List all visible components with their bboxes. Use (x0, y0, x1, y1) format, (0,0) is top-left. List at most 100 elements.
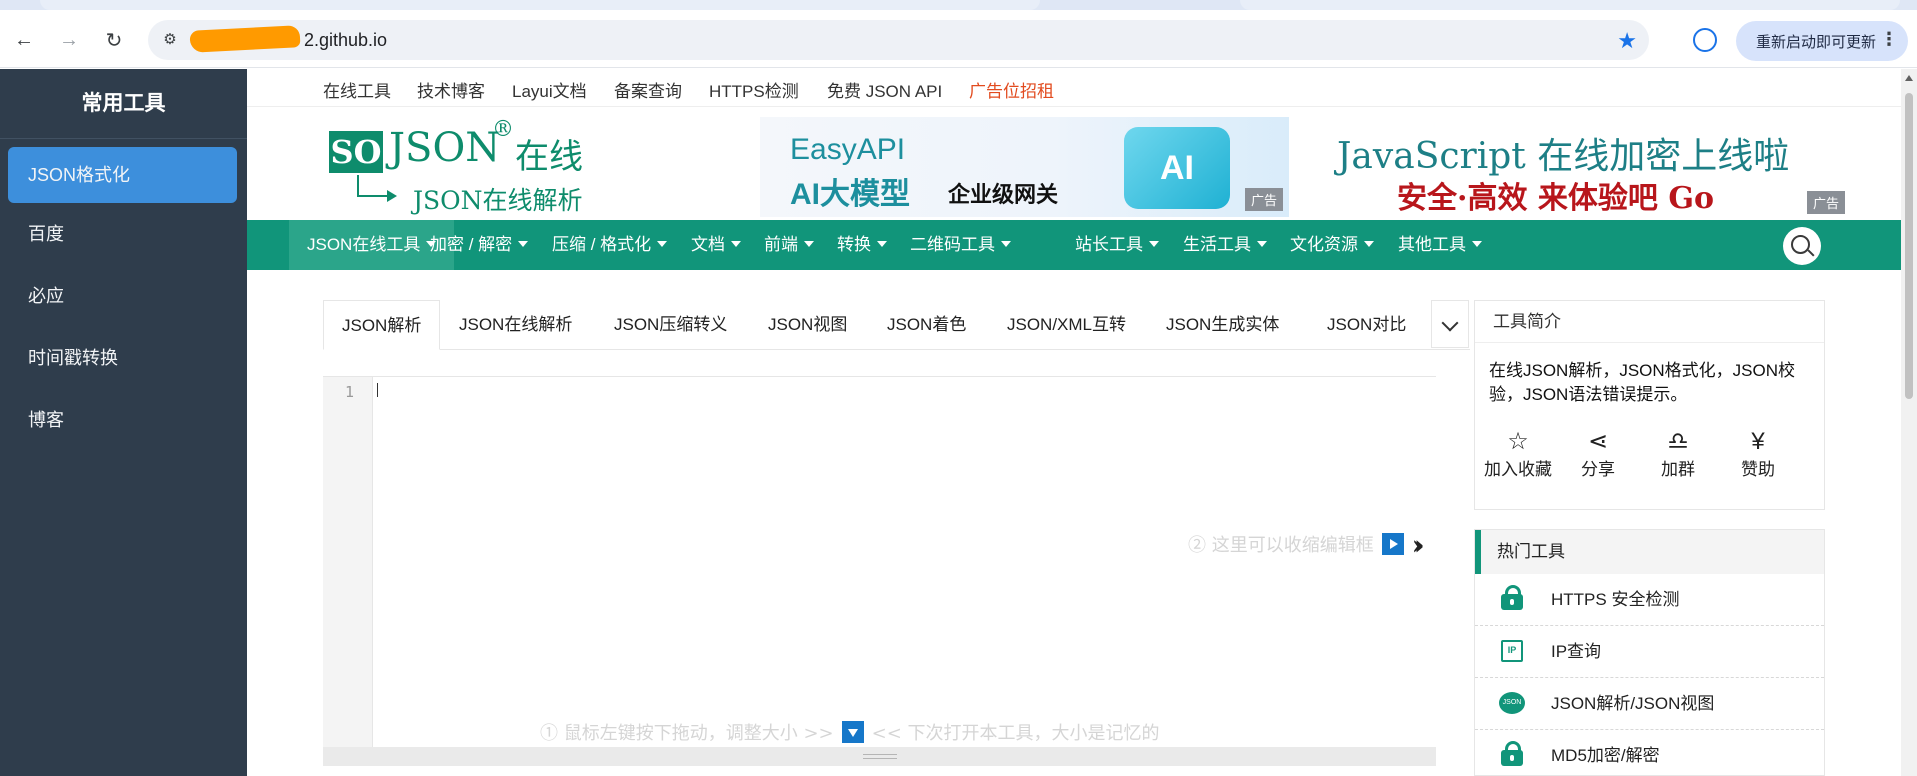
banner-js-headline: JavaScript 在线加密上线啦 (1337, 136, 1790, 177)
nav-life-tools[interactable]: 生活工具 (1183, 220, 1267, 270)
nav-convert[interactable]: 转换 (837, 220, 887, 270)
browser-tab[interactable] (1240, 0, 1900, 10)
logo-registered-mark: ® (492, 117, 514, 142)
nav-qrcode[interactable]: 二维码工具 (910, 220, 1011, 270)
browser-tabstrip (0, 0, 1917, 10)
forward-button[interactable]: → (55, 26, 83, 54)
tab-json-compare[interactable]: JSON对比 (1327, 300, 1406, 350)
nav-encrypt-decrypt[interactable]: 加密 / 解密 (430, 220, 529, 270)
hot-tools-panel: 热门工具 HTTPS 安全检测 IP IP查询 JSON JSON解析/JSON… (1474, 529, 1825, 776)
link-https-check[interactable]: HTTPS检测 (709, 77, 799, 102)
link-layui-docs[interactable]: Layui文档 (512, 77, 587, 102)
collapse-editor-icon[interactable]: ›› (1412, 531, 1424, 561)
caret-down-icon (877, 241, 887, 247)
line-gutter: 1 (323, 377, 373, 747)
tool-description: 在线JSON解析，JSON格式化，JSON校验，JSON语法错误提示。 (1489, 361, 1796, 404)
logo-arrow-icon (357, 175, 397, 202)
caret-down-icon (804, 241, 814, 247)
caret-down-icon (1001, 241, 1011, 247)
join-group-button[interactable]: ♎ 加群 (1638, 429, 1718, 480)
hot-tool-md5[interactable]: MD5加密/解密 (1475, 730, 1824, 776)
tab-json-parse[interactable]: JSON解析 (323, 300, 441, 350)
menu-icon[interactable]: ⋮ (1880, 29, 1898, 50)
tab-json-color[interactable]: JSON着色 (887, 300, 966, 350)
nav-other-tools[interactable]: 其他工具 (1398, 220, 1482, 270)
json-editor[interactable]: 1 (323, 376, 1436, 776)
back-button[interactable]: ← (10, 26, 38, 54)
site-settings-icon[interactable]: ⚙ (160, 30, 180, 50)
action-label: 赞助 (1741, 460, 1775, 479)
tabs-more-chevron-icon[interactable] (1431, 300, 1469, 348)
sponsor-button[interactable]: ¥ 赞助 (1718, 429, 1798, 480)
panel-title: 热门工具 (1475, 530, 1824, 574)
banner-easyapi-text: EasyAPI (790, 133, 906, 166)
link-tech-blog[interactable]: 技术博客 (417, 77, 485, 102)
caret-down-icon (731, 241, 741, 247)
logo-online-text: 在线 (515, 137, 583, 177)
nav-compress-format[interactable]: 压缩 / 格式化 (552, 220, 668, 270)
lock-icon (1501, 585, 1523, 610)
tool-intro-panel: 工具简介 在线JSON解析，JSON格式化，JSON校验，JSON语法错误提示。… (1474, 300, 1825, 510)
resize-hint: ① 鼠标左键按下拖动，调整大小 >> << 下次打开本工具，大小是记忆的 (540, 721, 1160, 744)
play-right-icon (1381, 533, 1404, 555)
sidebar-item-blog[interactable]: 博客 (0, 389, 247, 451)
link-icp-lookup[interactable]: 备案查询 (614, 77, 682, 102)
intro-actions: ☆ 加入收藏 ⋖ 分享 ♎ 加群 ¥ 赞助 (1475, 429, 1826, 489)
nav-frontend[interactable]: 前端 (764, 220, 814, 270)
page-scrollbar[interactable] (1901, 69, 1917, 776)
scrollbar-thumb[interactable] (1905, 93, 1913, 399)
url-text[interactable]: 2.github.io (190, 30, 387, 51)
caret-down-icon (1472, 241, 1482, 247)
browser-toolbar: ← → ↻ ⚙ 2.github.io ★ 重新启动即可更新 ⋮ (0, 10, 1917, 68)
add-favorite-button[interactable]: ☆ 加入收藏 (1478, 429, 1558, 480)
action-label: 分享 (1581, 460, 1615, 479)
link-free-json-api[interactable]: 免费 JSON API (827, 77, 942, 102)
yen-icon: ¥ (1751, 428, 1765, 455)
share-icon: ⋖ (1587, 428, 1609, 455)
search-icon[interactable] (1783, 227, 1821, 265)
ad-banner-js-encrypt[interactable]: JavaScript 在线加密上线啦 安全·高效 来体验吧 Go 广告 (1289, 117, 1851, 217)
hot-tool-https-check[interactable]: HTTPS 安全检测 (1475, 574, 1824, 626)
link-ad-rental[interactable]: 广告位招租 (969, 77, 1054, 102)
sidebar-item-json-format[interactable]: JSON格式化 (8, 147, 237, 203)
link-online-tools[interactable]: 在线工具 (323, 77, 391, 102)
update-button[interactable]: 重新启动即可更新 ⋮ (1736, 21, 1908, 61)
sidebar-item-timestamp[interactable]: 时间戳转换 (0, 327, 247, 389)
share-button[interactable]: ⋖ 分享 (1558, 429, 1638, 480)
ad-banner-easyapi[interactable]: EasyAPI AI大模型 企业级网关 AI 广告 (760, 117, 1289, 217)
tab-json-view[interactable]: JSON视图 (768, 300, 847, 350)
sidebar-item-baidu[interactable]: 百度 (0, 203, 247, 265)
line-number: 1 (345, 383, 355, 401)
address-bar[interactable]: ⚙ 2.github.io ★ (148, 20, 1649, 60)
hot-tool-json-parse[interactable]: JSON JSON解析/JSON视图 (1475, 678, 1824, 730)
sidebar-item-bing[interactable]: 必应 (0, 265, 247, 327)
browser-tab[interactable] (40, 0, 1040, 10)
scroll-up-icon[interactable] (1905, 75, 1913, 81)
tab-json-entity[interactable]: JSON生成实体 (1166, 300, 1279, 350)
reload-button[interactable]: ↻ (100, 26, 128, 54)
text-cursor (377, 383, 378, 397)
ad-tag: 广告 (1244, 188, 1283, 211)
tab-json-online-parse[interactable]: JSON在线解析 (459, 300, 572, 350)
banner-js-slogan: 安全·高效 来体验吧 Go (1397, 181, 1714, 216)
editor-resize-bar[interactable] (323, 747, 1436, 766)
nav-docs[interactable]: 文档 (691, 220, 741, 270)
profile-icon[interactable] (1693, 28, 1717, 52)
bookmark-star-icon[interactable]: ★ (1617, 28, 1637, 54)
caret-down-icon (657, 241, 668, 247)
hot-tool-ip-lookup[interactable]: IP IP查询 (1475, 626, 1824, 678)
nav-culture[interactable]: 文化资源 (1290, 220, 1374, 270)
tool-tabs: JSON解析 JSON在线解析 JSON压缩转义 JSON视图 JSON着色 J… (323, 300, 1470, 350)
site-header: SO JSON ® 在线 JSON在线解析 EasyAPI AI大模型 企业级网… (247, 107, 1901, 220)
action-label: 加群 (1661, 460, 1695, 479)
collapse-hint: ② 这里可以收缩编辑框 ›› (1188, 531, 1424, 561)
logo-subtitle: JSON在线解析 (413, 186, 583, 215)
site-logo[interactable]: SO JSON ® 在线 JSON在线解析 (329, 117, 589, 215)
nav-webmaster[interactable]: 站长工具 (1075, 220, 1159, 270)
tab-json-xml[interactable]: JSON/XML互转 (1007, 300, 1126, 350)
banner-gateway-text: 企业级网关 (948, 182, 1059, 207)
qq-group-icon: ♎ (1667, 428, 1689, 455)
ad-tag: 广告 (1807, 191, 1846, 214)
resize-grip-icon[interactable] (863, 754, 897, 759)
tab-json-compress-escape[interactable]: JSON压缩转义 (614, 300, 727, 350)
